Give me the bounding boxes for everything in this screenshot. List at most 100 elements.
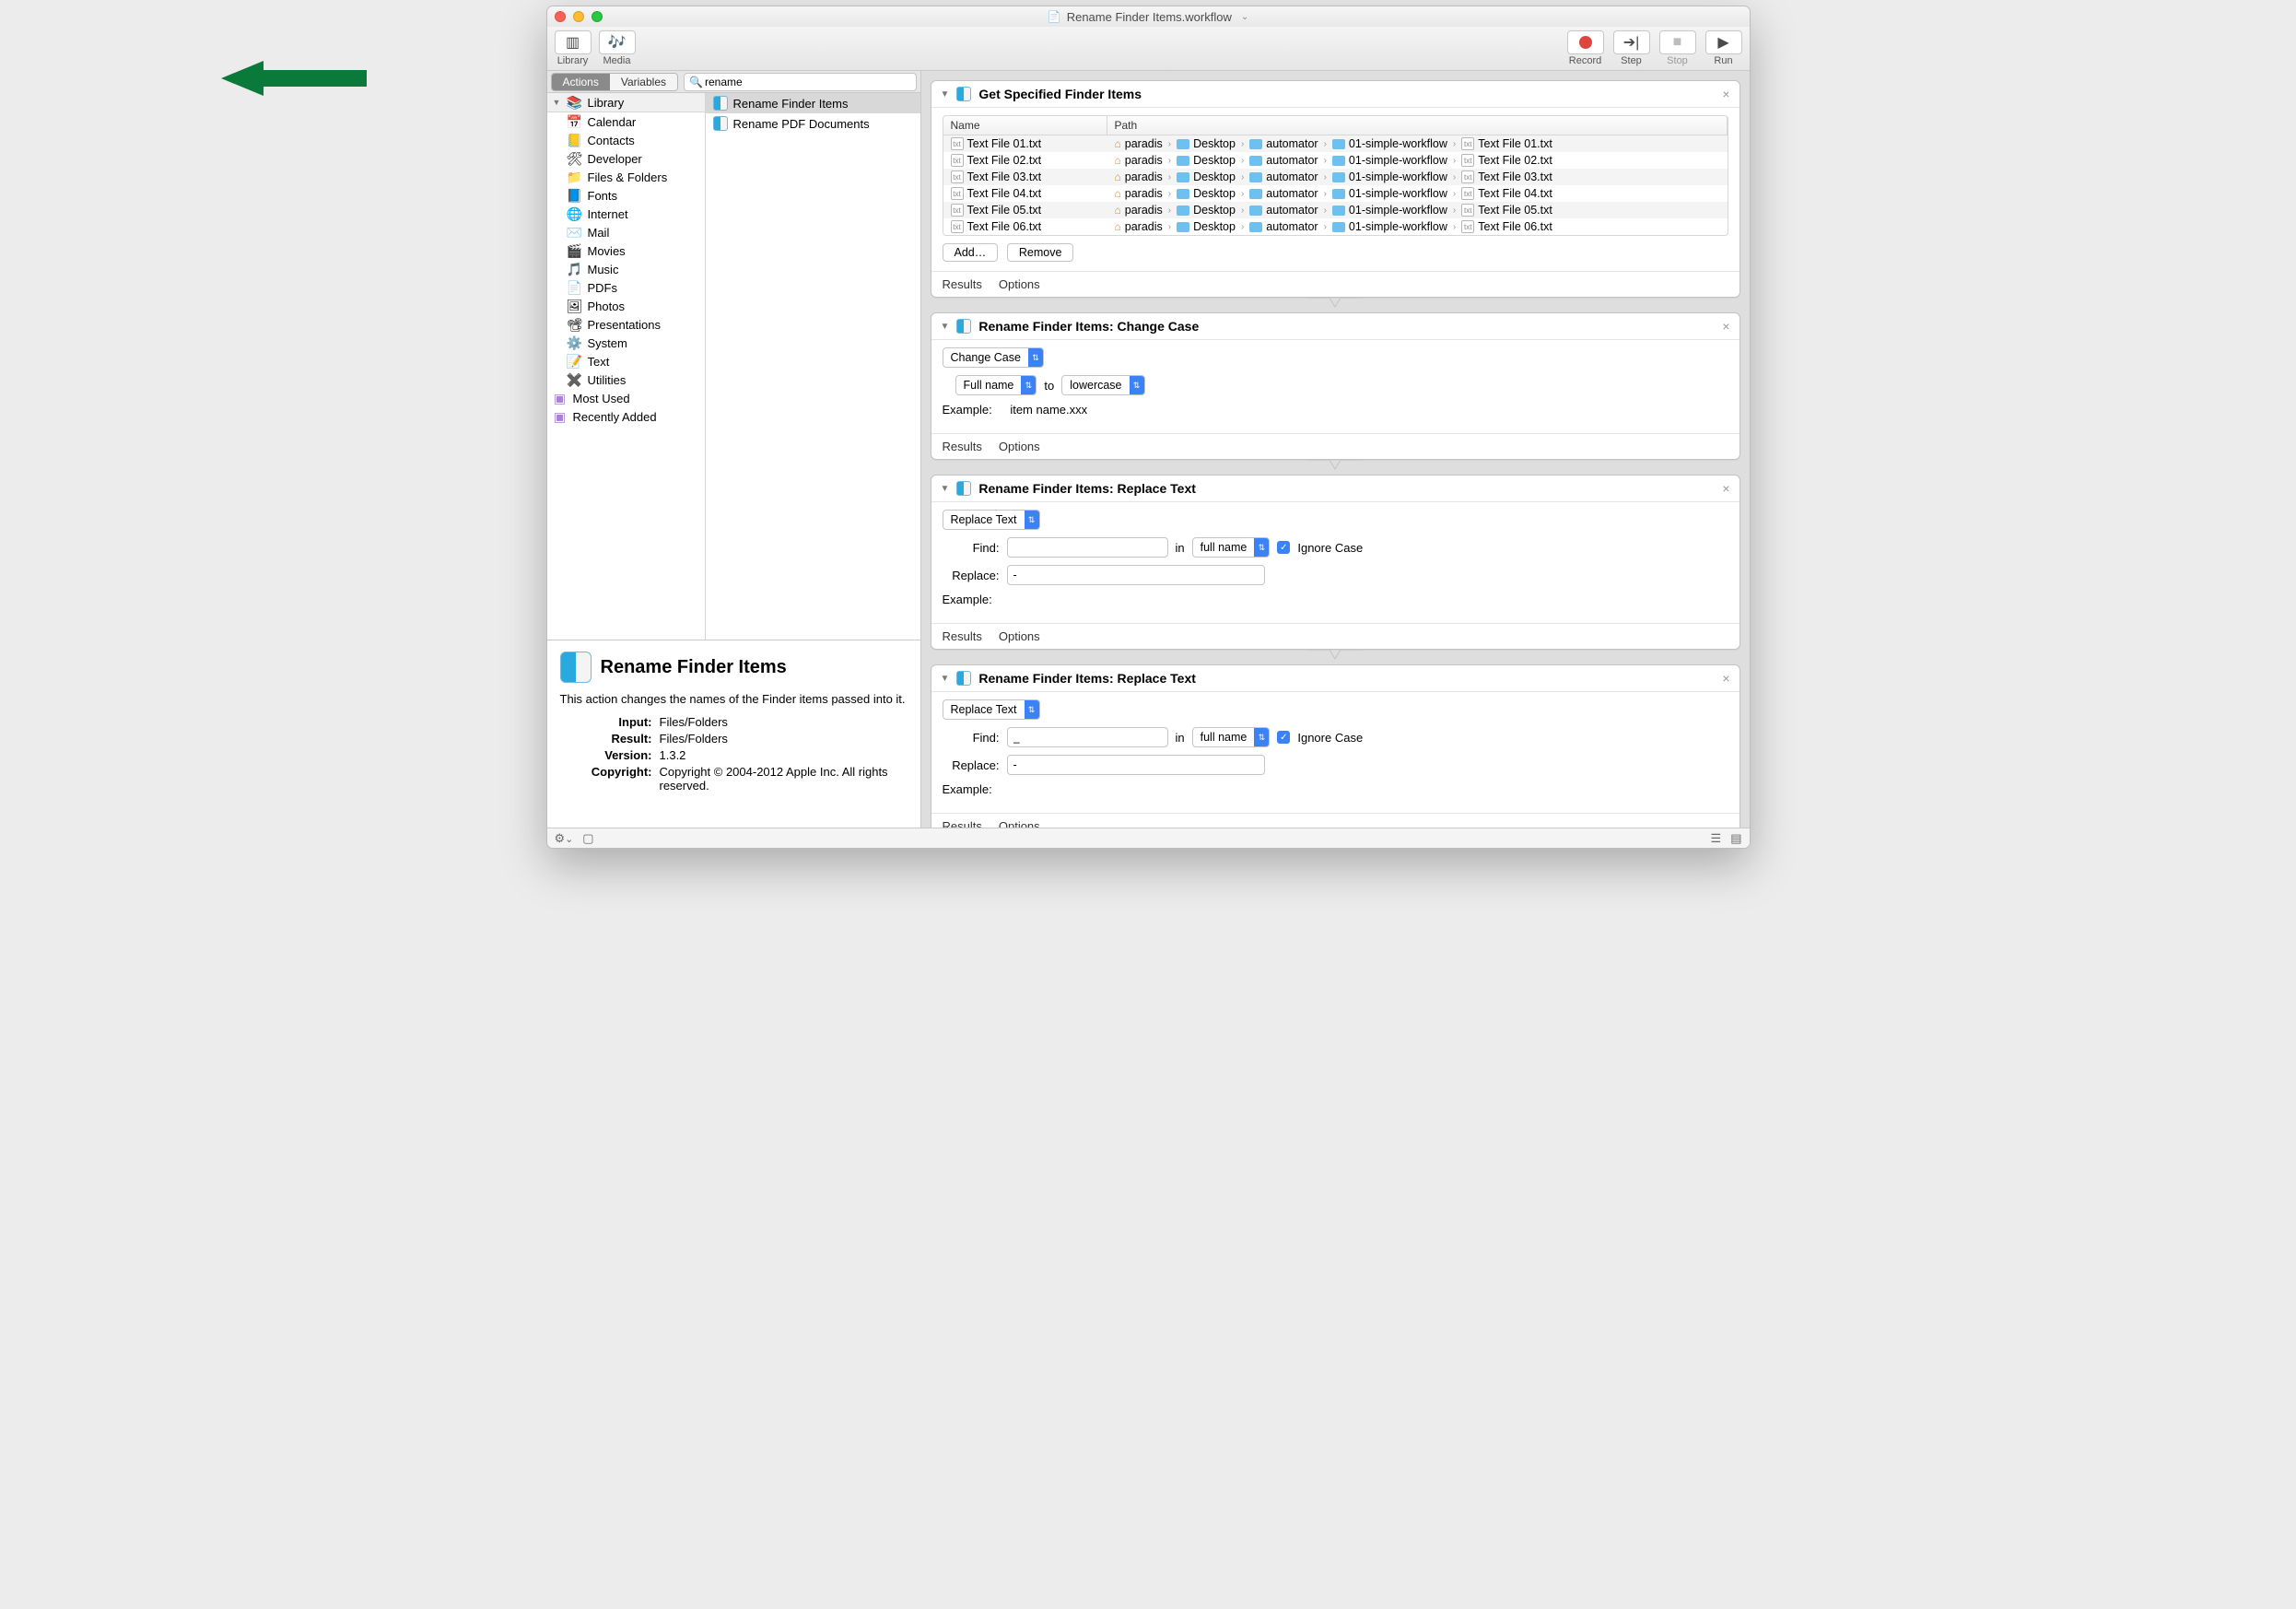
search-input[interactable] bbox=[684, 73, 917, 91]
title-chevron-icon[interactable]: ⌄ bbox=[1241, 12, 1248, 22]
ignore-case-checkbox[interactable]: ✓ bbox=[1277, 541, 1290, 554]
library-toggle-button[interactable]: ▥ bbox=[555, 30, 592, 54]
close-action-button[interactable]: × bbox=[1722, 87, 1729, 101]
add-button[interactable]: Add… bbox=[943, 243, 999, 262]
table-row[interactable]: txtText File 03.txt ⌂paradis›Desktop›aut… bbox=[943, 169, 1728, 185]
column-name[interactable]: Name bbox=[943, 116, 1107, 135]
disclosure-triangle-icon[interactable]: ▼ bbox=[941, 484, 950, 494]
options-button[interactable]: Options bbox=[999, 277, 1040, 291]
library-smart-folder[interactable]: ▣Recently Added bbox=[547, 407, 705, 426]
category-label: System bbox=[588, 336, 627, 350]
library-category[interactable]: ✉️Mail bbox=[547, 223, 705, 241]
stop-label: Stop bbox=[1667, 55, 1688, 66]
view-mode-flow-button[interactable]: ▤ bbox=[1730, 831, 1741, 846]
action-rename-replace-text-2[interactable]: ▼ Rename Finder Items: Replace Text × Re… bbox=[931, 664, 1740, 828]
workflow-canvas[interactable]: ▼ Get Specified Finder Items × Name Path… bbox=[921, 71, 1750, 828]
library-category[interactable]: ⚙️System bbox=[547, 334, 705, 352]
column-path[interactable]: Path bbox=[1107, 116, 1728, 135]
search-results[interactable]: Rename Finder ItemsRename PDF Documents bbox=[706, 93, 920, 640]
library-root[interactable]: ▼ 📚 Library bbox=[547, 93, 705, 112]
library-category[interactable]: 📽Presentations bbox=[547, 315, 705, 334]
library-category[interactable]: 📁Files & Folders bbox=[547, 168, 705, 186]
mode-dropdown[interactable]: Replace Text⇅ bbox=[943, 510, 1040, 530]
library-category[interactable]: 🌐Internet bbox=[547, 205, 705, 223]
text-file-icon: txt bbox=[951, 187, 964, 200]
library-tree[interactable]: ▼ 📚 Library 📅Calendar📒Contacts🛠Developer… bbox=[547, 93, 706, 640]
library-category[interactable]: 📄PDFs bbox=[547, 278, 705, 297]
folder-icon bbox=[1177, 156, 1189, 166]
view-mode-list-button[interactable]: ☰ bbox=[1711, 831, 1722, 846]
action-rename-change-case[interactable]: ▼ Rename Finder Items: Change Case × Cha… bbox=[931, 312, 1740, 460]
tab-actions[interactable]: Actions bbox=[552, 74, 610, 90]
zoom-window-button[interactable] bbox=[592, 11, 603, 22]
results-button[interactable]: Results bbox=[943, 819, 982, 828]
minimize-window-button[interactable] bbox=[573, 11, 584, 22]
options-button[interactable]: Options bbox=[999, 819, 1040, 828]
find-field[interactable] bbox=[1007, 727, 1168, 747]
options-button[interactable]: Options bbox=[999, 629, 1040, 643]
gear-menu-button[interactable]: ⚙︎⌄ bbox=[555, 831, 574, 846]
step-button[interactable]: ➔| bbox=[1613, 30, 1650, 54]
library-category[interactable]: ✖️Utilities bbox=[547, 370, 705, 389]
replace-field[interactable] bbox=[1007, 565, 1265, 585]
disclosure-triangle-icon[interactable]: ▼ bbox=[941, 322, 950, 332]
options-button[interactable]: Options bbox=[999, 440, 1040, 453]
table-row[interactable]: txtText File 04.txt ⌂paradis›Desktop›aut… bbox=[943, 185, 1728, 202]
ignore-case-checkbox[interactable]: ✓ bbox=[1277, 731, 1290, 744]
category-label: Fonts bbox=[588, 189, 618, 203]
library-smart-folder[interactable]: ▣Most Used bbox=[547, 389, 705, 407]
example-label: Example: bbox=[943, 403, 992, 417]
scope-dropdown[interactable]: Full name⇅ bbox=[955, 375, 1037, 395]
library-category[interactable]: 🎬Movies bbox=[547, 241, 705, 260]
info-title: Rename Finder Items bbox=[601, 657, 787, 678]
library-category[interactable]: 📝Text bbox=[547, 352, 705, 370]
disclosure-triangle-icon[interactable]: ▼ bbox=[553, 98, 562, 107]
disclosure-triangle-icon[interactable]: ▼ bbox=[941, 674, 950, 684]
results-button[interactable]: Results bbox=[943, 629, 982, 643]
close-action-button[interactable]: × bbox=[1722, 319, 1729, 334]
mode-dropdown[interactable]: Replace Text⇅ bbox=[943, 699, 1040, 720]
in-dropdown[interactable]: full name⇅ bbox=[1192, 727, 1271, 747]
smart-folder-label: Most Used bbox=[573, 392, 630, 405]
log-toggle-button[interactable]: ▢ bbox=[582, 831, 593, 846]
stop-button[interactable]: ■ bbox=[1659, 30, 1696, 54]
in-dropdown[interactable]: full name⇅ bbox=[1192, 537, 1271, 558]
table-row[interactable]: txtText File 01.txt ⌂paradis›Desktop›aut… bbox=[943, 135, 1728, 152]
library-category[interactable]: 📅Calendar bbox=[547, 112, 705, 131]
replace-field[interactable] bbox=[1007, 755, 1265, 775]
close-action-button[interactable]: × bbox=[1722, 671, 1729, 686]
disclosure-triangle-icon[interactable]: ▼ bbox=[941, 89, 950, 100]
table-row[interactable]: txtText File 05.txt ⌂paradis›Desktop›aut… bbox=[943, 202, 1728, 218]
mode-dropdown[interactable]: Change Case⇅ bbox=[943, 347, 1044, 368]
tab-variables[interactable]: Variables bbox=[610, 74, 677, 90]
close-window-button[interactable] bbox=[555, 11, 566, 22]
text-file-icon: txt bbox=[951, 137, 964, 150]
results-button[interactable]: Results bbox=[943, 277, 982, 291]
library-category[interactable]: 🖼Photos bbox=[547, 297, 705, 315]
ignore-case-label: Ignore Case bbox=[1297, 541, 1363, 555]
library-category[interactable]: 🛠Developer bbox=[547, 149, 705, 168]
table-row[interactable]: txtText File 06.txt ⌂paradis›Desktop›aut… bbox=[943, 218, 1728, 235]
case-dropdown[interactable]: lowercase⇅ bbox=[1061, 375, 1144, 395]
record-button[interactable] bbox=[1567, 30, 1604, 54]
text-file-icon: txt bbox=[1461, 170, 1474, 183]
library-icon: 📚 bbox=[568, 95, 582, 110]
close-action-button[interactable]: × bbox=[1722, 481, 1729, 496]
search-result-item[interactable]: Rename Finder Items bbox=[706, 93, 920, 113]
run-button[interactable]: ▶ bbox=[1705, 30, 1742, 54]
folder-icon bbox=[1177, 189, 1189, 199]
library-category[interactable]: 📘Fonts bbox=[547, 186, 705, 205]
folder-icon bbox=[1332, 206, 1345, 216]
table-row[interactable]: txtText File 02.txt ⌂paradis›Desktop›aut… bbox=[943, 152, 1728, 169]
remove-button[interactable]: Remove bbox=[1007, 243, 1074, 262]
media-button[interactable]: 🎶 bbox=[599, 30, 636, 54]
find-field[interactable] bbox=[1007, 537, 1168, 558]
action-rename-replace-text-1[interactable]: ▼ Rename Finder Items: Replace Text × Re… bbox=[931, 475, 1740, 650]
action-get-specified-finder-items[interactable]: ▼ Get Specified Finder Items × Name Path… bbox=[931, 80, 1740, 298]
library-category[interactable]: 📒Contacts bbox=[547, 131, 705, 149]
action-connector bbox=[931, 460, 1740, 475]
results-button[interactable]: Results bbox=[943, 440, 982, 453]
library-category[interactable]: 🎵Music bbox=[547, 260, 705, 278]
search-result-item[interactable]: Rename PDF Documents bbox=[706, 113, 920, 134]
category-label: Utilities bbox=[588, 373, 627, 387]
